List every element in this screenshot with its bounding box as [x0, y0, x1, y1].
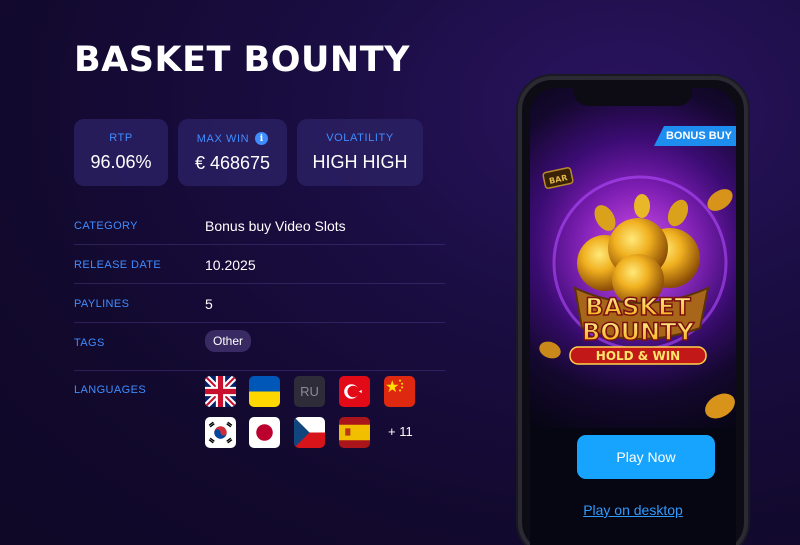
rtp-label: RTP [109, 132, 133, 144]
tag-chip[interactable]: Other [205, 330, 252, 352]
category-value: Bonus buy Video Slots [205, 218, 346, 234]
flag-turkey-icon [339, 376, 370, 407]
flag-ukraine-icon [249, 376, 280, 407]
max-win-value: € 468675 [194, 153, 271, 173]
flag-czech-icon [294, 417, 325, 448]
tags-label: TAGS [74, 337, 105, 349]
rtp-value: 96.06% [90, 152, 152, 172]
release-date-value: 10.2025 [205, 257, 256, 273]
max-win-card: MAX WIN i € 468675 [178, 119, 287, 186]
rtp-card: RTP 96.06% [74, 119, 168, 186]
flag-spain-icon [339, 417, 370, 448]
volatility-card: VOLATILITY HIGH HIGH [297, 119, 423, 186]
phone-screen: BASKET BOUNTY HOLD & WIN BAR BONUS BUY P… [530, 88, 736, 545]
flag-uk-icon [205, 376, 236, 407]
max-win-label: MAX WIN [196, 132, 250, 145]
play-now-button[interactable]: Play Now [577, 435, 715, 479]
logo-line2: BOUNTY [582, 318, 695, 346]
paylines-label: PAYLINES [74, 298, 130, 310]
phone-notch [574, 88, 692, 106]
release-date-label: RELEASE DATE [74, 259, 162, 271]
flag-korea-icon [205, 417, 236, 448]
game-title: BASKET BOUNTY [74, 40, 410, 80]
paylines-value: 5 [205, 296, 213, 312]
logo-line3: HOLD & WIN [596, 349, 680, 363]
category-label: CATEGORY [74, 220, 138, 232]
tags-row: TAGS Other [74, 330, 445, 371]
category-row: CATEGORY Bonus buy Video Slots [74, 218, 445, 245]
volatility-value: HIGH HIGH [312, 152, 408, 172]
release-date-row: RELEASE DATE 10.2025 [74, 257, 445, 284]
more-languages[interactable]: + 11 [388, 424, 413, 439]
flag-japan-icon [249, 417, 280, 448]
volatility-label: VOLATILITY [326, 132, 394, 144]
languages-label: LANGUAGES [74, 384, 147, 396]
language-ru-badge: RU [294, 376, 325, 407]
flag-china-icon [384, 376, 415, 407]
bonus-buy-badge: BONUS BUY [653, 126, 736, 146]
phone-mockup: BASKET BOUNTY HOLD & WIN BAR BONUS BUY P… [518, 76, 748, 545]
logo-line1: BASKET [585, 293, 691, 321]
paylines-row: PAYLINES 5 [74, 296, 445, 323]
info-icon[interactable]: i [255, 132, 269, 145]
play-on-desktop-link[interactable]: Play on desktop [530, 502, 736, 518]
